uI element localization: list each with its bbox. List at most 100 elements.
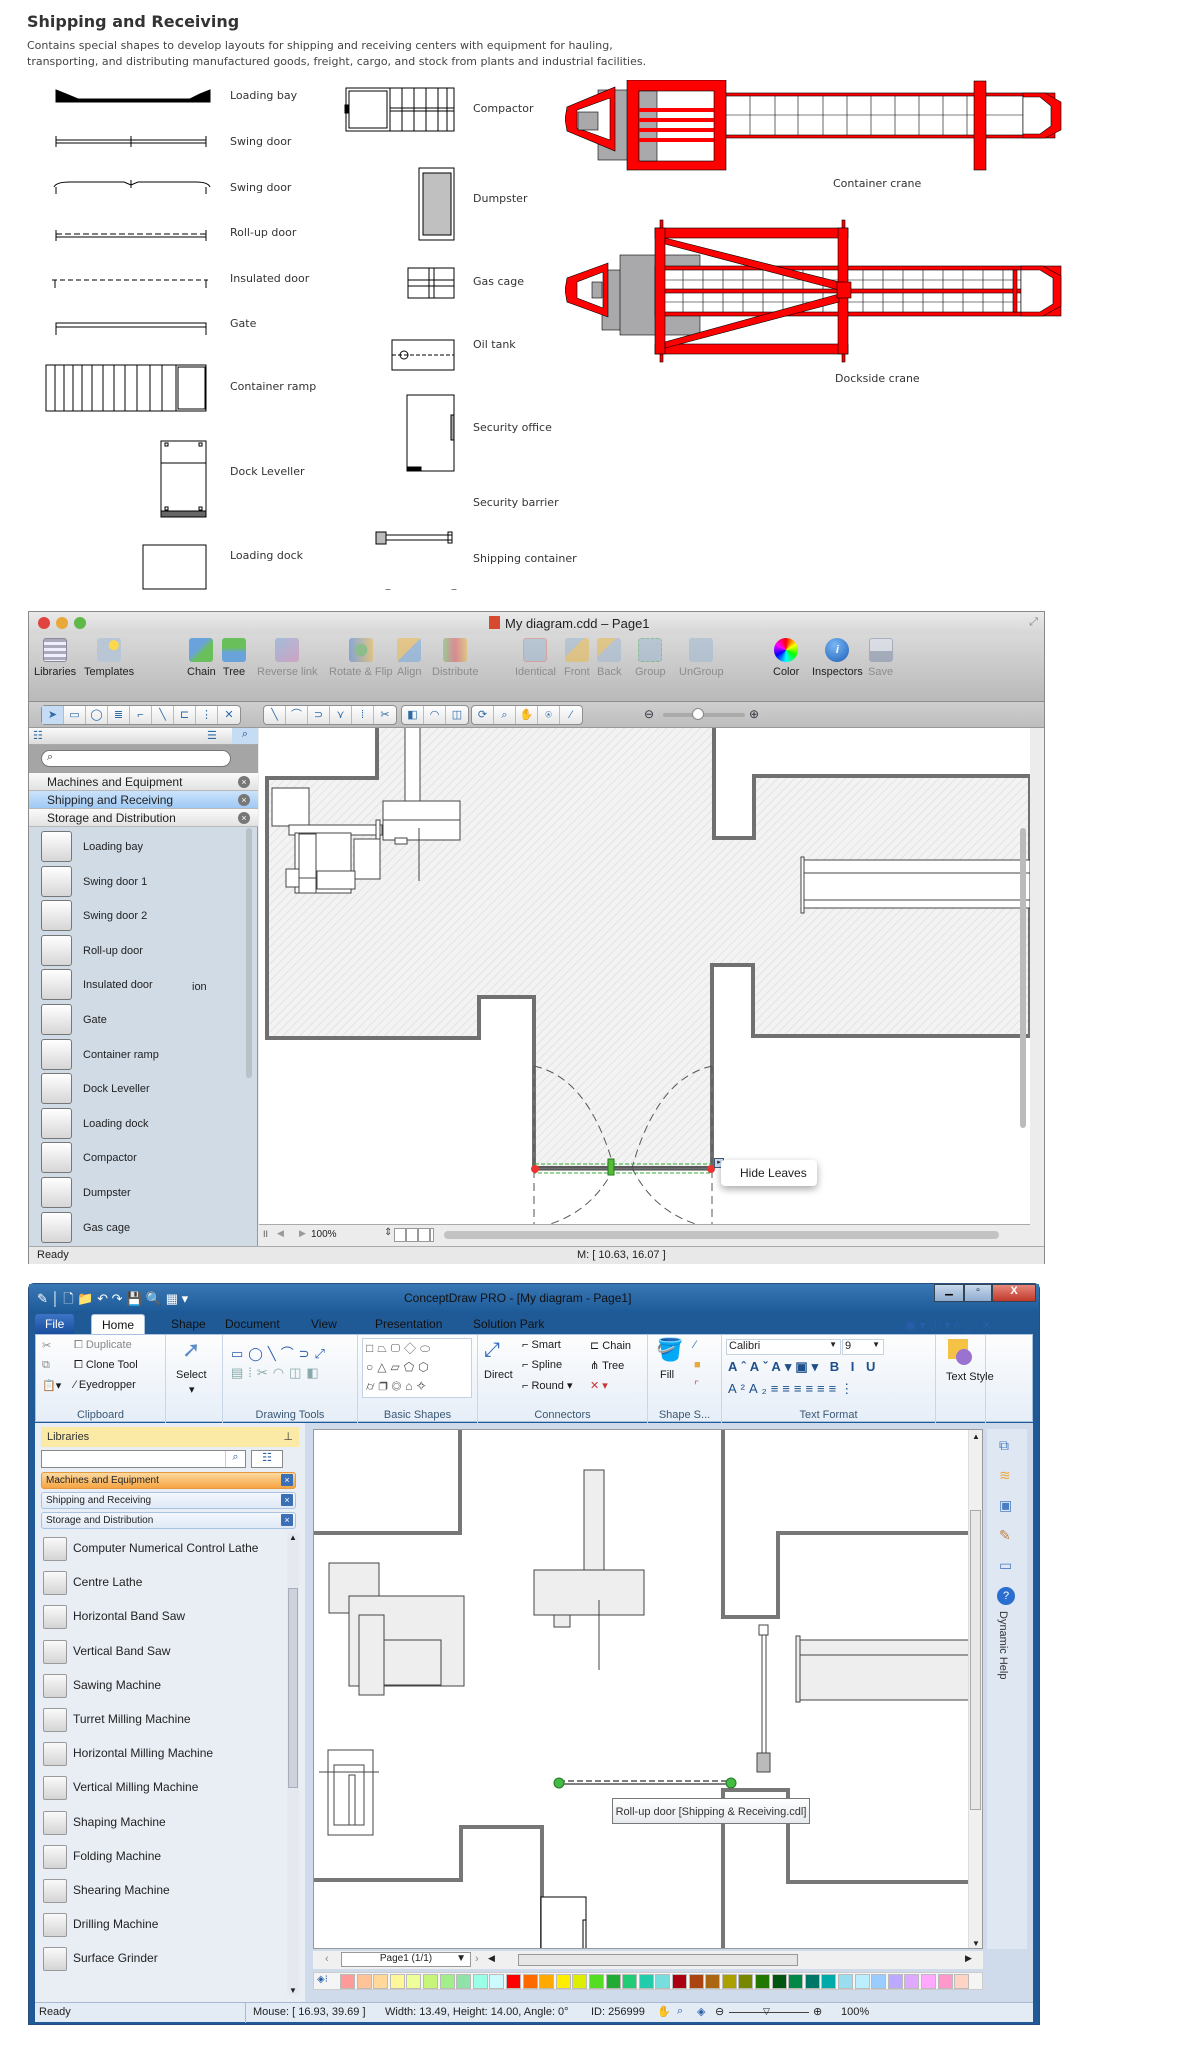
direct-connector-icon[interactable]: ⤢ xyxy=(484,1339,500,1362)
palette-swatch[interactable] xyxy=(688,1974,704,1989)
tree-button[interactable]: Tree xyxy=(222,638,246,678)
fullscreen-icon[interactable]: ⤢ xyxy=(1029,616,1038,629)
zoom-slider[interactable] xyxy=(663,713,745,717)
palette-swatch[interactable] xyxy=(472,1974,488,1989)
close-library-icon[interactable]: × xyxy=(238,776,250,788)
format-icon[interactable]: ▭ xyxy=(999,1557,1012,1574)
library-header-storage[interactable]: Storage and Distribution × xyxy=(41,1512,296,1529)
palette-swatch[interactable] xyxy=(406,1974,422,1989)
tree-button[interactable]: ⋔ Tree xyxy=(590,1359,624,1372)
tab-shape[interactable]: Shape xyxy=(161,1314,216,1334)
libraries-button[interactable]: Libraries xyxy=(34,638,76,678)
selected-roll-up-door[interactable] xyxy=(553,1777,737,1789)
help-icons[interactable]: ▣ ▾ ⓘ ▾ ˄ _ ▫ ✕ xyxy=(905,1316,992,1333)
drawing-tool-icons-row-1[interactable]: ▭◯╲⌒⊃⤢ xyxy=(231,1343,330,1362)
palette-swatch[interactable] xyxy=(572,1974,588,1989)
canvas-vertical-scrollbar[interactable] xyxy=(1020,828,1026,1128)
library-scrollbar-thumb[interactable] xyxy=(288,1588,298,1788)
ungroup-button[interactable]: UnGroup xyxy=(679,638,724,678)
font-family-select[interactable]: Calibri ▼ xyxy=(726,1339,841,1355)
close-library-icon[interactable]: × xyxy=(238,794,250,806)
palette-swatch[interactable] xyxy=(589,1974,604,1989)
palette-swatch[interactable] xyxy=(456,1974,472,1989)
palette-swatch[interactable] xyxy=(539,1974,555,1989)
group-button[interactable]: Group xyxy=(635,638,666,678)
intersect-icon[interactable]: ◠ xyxy=(424,706,446,724)
palette-swatch[interactable] xyxy=(738,1974,754,1989)
stamp-tool-icon[interactable]: ⍟ xyxy=(538,706,560,724)
cut-icon[interactable]: ✂ xyxy=(374,706,396,724)
zoom-tool-icon[interactable]: ⌕ xyxy=(494,706,516,724)
palette-swatch[interactable] xyxy=(489,1974,505,1989)
smart-connector-button[interactable]: ⌐ Smart xyxy=(522,1339,561,1351)
zoom-region-icon[interactable]: ⌕ xyxy=(677,2005,683,2018)
copy-icon[interactable]: ⧉ xyxy=(42,1359,50,1372)
library-header-storage[interactable]: Storage and Distribution × xyxy=(29,809,258,827)
palette-swatch[interactable] xyxy=(838,1974,853,1989)
canvas-vertical-scrollbar[interactable]: ▲ ▼ xyxy=(968,1430,982,1948)
tab-presentation[interactable]: Presentation xyxy=(365,1314,452,1334)
palette-swatch[interactable] xyxy=(340,1974,355,1989)
library-tree-view-button[interactable]: ☷ xyxy=(251,1450,283,1468)
layers-icon[interactable]: ≋ xyxy=(999,1467,1011,1484)
palette-swatch[interactable] xyxy=(356,1974,372,1989)
palette-swatch[interactable] xyxy=(921,1974,936,1989)
zoom-level[interactable]: 100% xyxy=(311,1229,337,1240)
palette-swatch[interactable] xyxy=(721,1974,737,1989)
palette-swatch[interactable] xyxy=(854,1974,870,1989)
palette-swatch[interactable] xyxy=(672,1974,687,1989)
close-library-icon[interactable]: × xyxy=(281,1494,293,1506)
context-menu-hide-leaves[interactable]: Hide Leaves xyxy=(721,1160,817,1186)
eyedropper-icon[interactable]: ⁄ xyxy=(560,706,582,724)
drawing-tool-icons-row-2[interactable]: ▤⁞✂◠◫◧ xyxy=(231,1365,324,1381)
library-search-input[interactable]: ⌕ xyxy=(41,750,231,767)
align-button[interactable]: Align xyxy=(397,638,421,678)
subtract-icon[interactable]: ◫ xyxy=(446,706,468,724)
text-format-icons-row-1[interactable]: AˆAˇA▾▣▾ B I U xyxy=(728,1359,879,1375)
tab-solution-park[interactable]: Solution Park xyxy=(463,1314,554,1334)
maximize-window-button[interactable]: ▫ xyxy=(964,1284,992,1302)
scroll-right-icon[interactable]: ▶ xyxy=(965,1953,972,1964)
palette-swatch[interactable] xyxy=(439,1974,455,1989)
color-button[interactable]: Color xyxy=(773,638,799,678)
palette-swatch[interactable] xyxy=(954,1974,970,1989)
palette-options-icon[interactable]: ◈⁝ xyxy=(317,1974,337,1989)
palette-swatch[interactable] xyxy=(804,1974,820,1989)
hand-tool-icon[interactable]: ✋ xyxy=(516,706,538,724)
palette-swatch[interactable] xyxy=(887,1974,903,1989)
palette-swatch[interactable] xyxy=(755,1974,770,1989)
fill-bucket-icon[interactable]: 🪣 xyxy=(656,1337,683,1363)
fit-page-icon[interactable]: ◈ xyxy=(697,2005,705,2018)
spline-connector-button[interactable]: ⌐ Spline xyxy=(522,1359,562,1371)
tab-file[interactable]: File xyxy=(35,1314,75,1334)
palette-swatch[interactable] xyxy=(522,1974,538,1989)
search-tab-icon[interactable]: ⌕ xyxy=(232,728,258,744)
close-library-icon[interactable]: × xyxy=(238,812,250,824)
library-header-machines[interactable]: Machines and Equipment × xyxy=(29,773,258,791)
zoom-stepper-icon[interactable]: ⇕ xyxy=(384,1227,392,1238)
palette-swatch[interactable] xyxy=(373,1974,389,1989)
distribute-button[interactable]: Distribute xyxy=(432,638,478,678)
corner-icon[interactable]: ⌜ xyxy=(694,1379,699,1392)
polyline-tool-icon[interactable]: ⋎ xyxy=(330,706,352,724)
scroll-left-icon[interactable]: ◀ xyxy=(488,1953,495,1964)
connector-tool-icon[interactable]: ⌐ xyxy=(130,706,152,724)
line-color-icon[interactable]: ⁄ xyxy=(694,1339,696,1351)
add-point-icon[interactable]: ⁞ xyxy=(352,706,374,724)
dynamic-help-tab[interactable]: Dynamic Help xyxy=(997,1611,1009,1679)
library-header-machines[interactable]: Machines and Equipment × xyxy=(41,1472,296,1489)
page-thumbnails[interactable] xyxy=(394,1228,434,1242)
zoom-in-icon[interactable]: ⊕ xyxy=(813,2005,822,2018)
search-icon[interactable]: ⌕ xyxy=(225,1451,245,1467)
close-window-button[interactable] xyxy=(38,617,50,629)
tree-connector-icon[interactable]: ⋮ xyxy=(196,706,218,724)
palette-swatch[interactable] xyxy=(605,1974,621,1989)
chain-button[interactable]: Chain xyxy=(187,638,216,678)
scroll-down-icon[interactable]: ▼ xyxy=(972,1939,980,1948)
zoom-out-icon[interactable]: ⊖ xyxy=(715,2005,724,2018)
close-library-icon[interactable]: × xyxy=(281,1474,293,1486)
mac-drawing-canvas[interactable]: ▸ Hide Leaves xyxy=(259,728,1030,1224)
palette-swatch[interactable] xyxy=(788,1974,804,1989)
tree-view-icon[interactable]: ☷ xyxy=(33,729,43,742)
palette-swatch[interactable] xyxy=(638,1974,654,1989)
